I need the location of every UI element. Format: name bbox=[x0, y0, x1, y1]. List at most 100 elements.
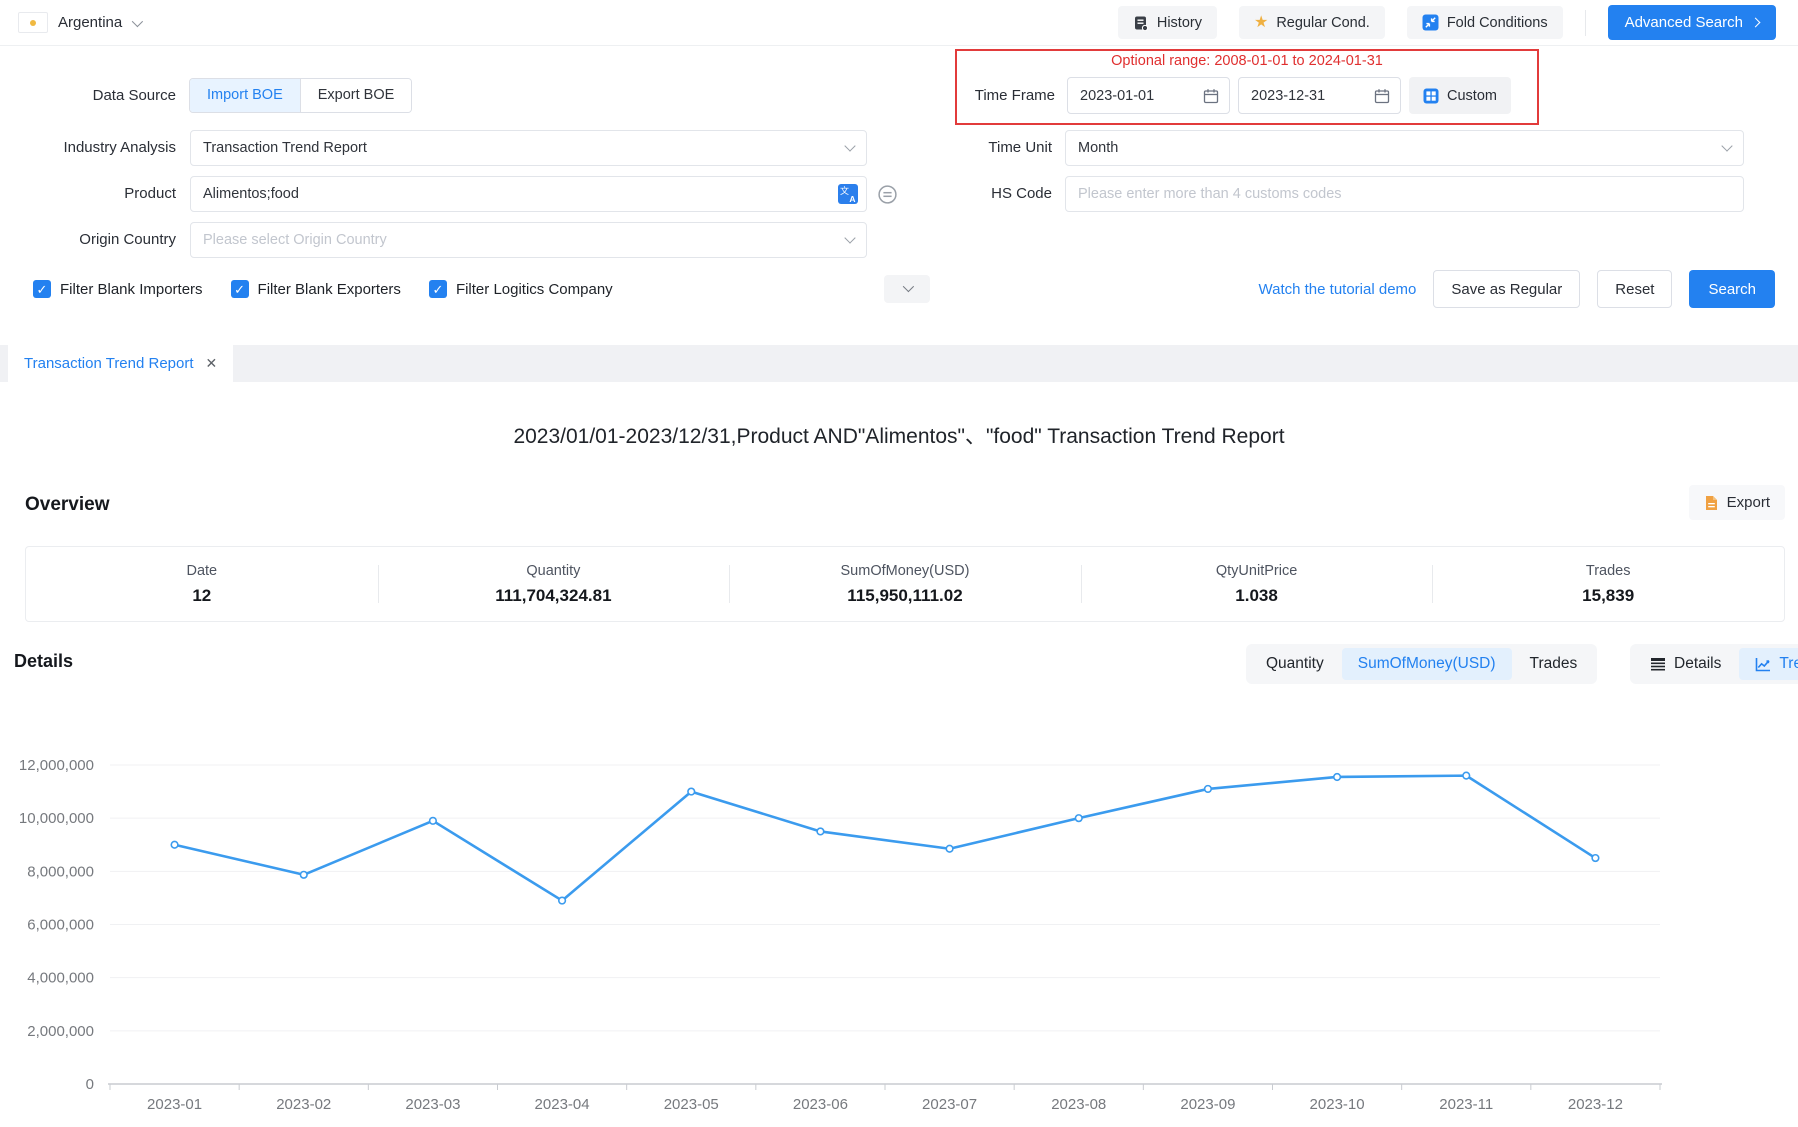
view-tab-trend[interactable]: Trend bbox=[1739, 648, 1798, 680]
stat-date: Date 12 bbox=[26, 547, 378, 621]
chevron-down-icon bbox=[132, 15, 143, 26]
origin-country-select[interactable]: Please select Origin Country bbox=[190, 222, 867, 258]
filter-blank-exporters-checkbox[interactable]: ✓ Filter Blank Exporters bbox=[231, 280, 401, 298]
svg-text:2023-10: 2023-10 bbox=[1310, 1096, 1365, 1113]
stat-value: 15,839 bbox=[1582, 586, 1634, 606]
chevron-down-icon bbox=[844, 140, 855, 151]
export-button[interactable]: Export bbox=[1689, 485, 1785, 520]
svg-text:2023-07: 2023-07 bbox=[922, 1096, 977, 1113]
checkbox-label: Filter Blank Exporters bbox=[258, 281, 401, 298]
svg-text:2023-05: 2023-05 bbox=[664, 1096, 719, 1113]
svg-text:2023-03: 2023-03 bbox=[405, 1096, 460, 1113]
search-button[interactable]: Search bbox=[1689, 270, 1775, 308]
import-boe-tab[interactable]: Import BOE bbox=[190, 79, 300, 112]
translate-icon[interactable]: 文A bbox=[838, 184, 858, 204]
hs-code-input[interactable] bbox=[1065, 176, 1744, 212]
stat-value: 115,950,111.02 bbox=[847, 586, 962, 606]
country-selector[interactable]: Argentina bbox=[18, 12, 140, 33]
checkbox-label: Filter Logitics Company bbox=[456, 281, 613, 298]
stat-trades: Trades 15,839 bbox=[1432, 547, 1784, 621]
metric-tab-quantity[interactable]: Quantity bbox=[1250, 648, 1340, 680]
synonym-circle-icon[interactable] bbox=[877, 184, 898, 205]
star-icon: ★ bbox=[1254, 15, 1268, 31]
tab-close-icon[interactable]: ✕ bbox=[206, 355, 218, 372]
industry-analysis-value: Transaction Trend Report bbox=[203, 140, 367, 156]
stat-label: Trades bbox=[1586, 563, 1631, 579]
metric-tab-trades[interactable]: Trades bbox=[1514, 648, 1594, 680]
time-frame-highlight-box: Optional range: 2008-01-01 to 2024-01-31… bbox=[955, 49, 1539, 125]
table-icon bbox=[1650, 657, 1666, 671]
save-as-regular-button[interactable]: Save as Regular bbox=[1433, 270, 1580, 308]
tab-label: Transaction Trend Report bbox=[24, 355, 194, 372]
result-tab-strip: Transaction Trend Report ✕ bbox=[0, 345, 1798, 382]
filter-blank-importers-checkbox[interactable]: ✓ Filter Blank Importers bbox=[33, 280, 203, 298]
svg-text:8,000,000: 8,000,000 bbox=[27, 863, 94, 880]
time-unit-select[interactable]: Month bbox=[1065, 130, 1744, 166]
advanced-search-button[interactable]: Advanced Search bbox=[1608, 5, 1776, 40]
metric-tab-sum-of-money[interactable]: SumOfMoney(USD) bbox=[1342, 648, 1512, 680]
chevron-right-icon bbox=[1751, 18, 1761, 28]
date-from-input[interactable]: 2023-01-01 bbox=[1067, 77, 1230, 114]
top-bar-actions: History ★ Regular Cond. Fold Conditions … bbox=[1118, 5, 1776, 40]
history-button[interactable]: History bbox=[1118, 6, 1217, 39]
report-title: 2023/01/01-2023/12/31,Product AND"Alimen… bbox=[0, 420, 1798, 450]
chevron-down-icon bbox=[1721, 140, 1732, 151]
fold-conditions-button[interactable]: Fold Conditions bbox=[1407, 6, 1563, 39]
expand-conditions-button[interactable] bbox=[884, 275, 930, 303]
export-boe-tab[interactable]: Export BOE bbox=[300, 79, 412, 112]
data-source-label: Data Source bbox=[6, 87, 176, 104]
details-heading: Details bbox=[14, 651, 73, 672]
checkbox-label: Filter Blank Importers bbox=[60, 281, 203, 298]
svg-text:2,000,000: 2,000,000 bbox=[27, 1023, 94, 1040]
tab-transaction-trend-report[interactable]: Transaction Trend Report ✕ bbox=[8, 345, 233, 382]
svg-text:2023-08: 2023-08 bbox=[1051, 1096, 1106, 1113]
filter-logitics-company-checkbox[interactable]: ✓ Filter Logitics Company bbox=[429, 280, 613, 298]
custom-label: Custom bbox=[1447, 88, 1497, 104]
tutorial-demo-link[interactable]: Watch the tutorial demo bbox=[1259, 281, 1417, 298]
origin-country-label: Origin Country bbox=[6, 231, 176, 248]
svg-text:2023-04: 2023-04 bbox=[535, 1096, 590, 1113]
time-unit-label: Time Unit bbox=[900, 139, 1052, 156]
view-tab-details[interactable]: Details bbox=[1634, 648, 1737, 680]
product-input[interactable] bbox=[190, 176, 867, 212]
overview-heading: Overview bbox=[25, 494, 110, 516]
svg-text:2023-09: 2023-09 bbox=[1180, 1096, 1235, 1113]
stat-value: 12 bbox=[192, 586, 211, 606]
checkbox-checked-icon: ✓ bbox=[33, 280, 51, 298]
stat-label: Quantity bbox=[526, 563, 580, 579]
data-source-segmented: Import BOE Export BOE bbox=[189, 78, 412, 113]
checkbox-checked-icon: ✓ bbox=[429, 280, 447, 298]
time-frame-label: Time Frame bbox=[957, 87, 1055, 104]
filter-checkbox-row: ✓ Filter Blank Importers ✓ Filter Blank … bbox=[33, 278, 613, 300]
date-to-value: 2023-12-31 bbox=[1251, 88, 1325, 104]
reset-button[interactable]: Reset bbox=[1597, 270, 1672, 308]
view-toggle-group: Details Trend bbox=[1630, 644, 1798, 684]
svg-text:6,000,000: 6,000,000 bbox=[27, 917, 94, 934]
date-to-input[interactable]: 2023-12-31 bbox=[1238, 77, 1401, 114]
calendar-icon bbox=[1374, 88, 1390, 104]
regular-cond-button[interactable]: ★ Regular Cond. bbox=[1239, 6, 1385, 39]
time-frame-row: Time Frame 2023-01-01 2023-12-31 bbox=[957, 77, 1537, 115]
svg-text:2023-06: 2023-06 bbox=[793, 1096, 848, 1113]
top-bar: Argentina History ★ Regular Cond. bbox=[0, 0, 1798, 46]
export-label: Export bbox=[1727, 494, 1770, 511]
industry-analysis-select[interactable]: Transaction Trend Report bbox=[190, 130, 867, 166]
svg-text:12,000,000: 12,000,000 bbox=[19, 757, 94, 774]
custom-range-button[interactable]: Custom bbox=[1409, 77, 1511, 114]
svg-text:2023-12: 2023-12 bbox=[1568, 1096, 1623, 1113]
form-actions: Watch the tutorial demo Save as Regular … bbox=[1259, 270, 1775, 308]
time-unit-value: Month bbox=[1078, 140, 1118, 156]
fold-icon bbox=[1422, 14, 1439, 31]
export-file-icon bbox=[1704, 495, 1719, 511]
regular-cond-label: Regular Cond. bbox=[1276, 15, 1370, 31]
trend-chart-icon bbox=[1755, 657, 1771, 672]
trend-line-chart: 02,000,0004,000,0006,000,0008,000,00010,… bbox=[0, 690, 1798, 1117]
svg-text:0: 0 bbox=[86, 1076, 94, 1093]
app-screen: Argentina History ★ Regular Cond. bbox=[0, 0, 1798, 1127]
custom-grid-icon bbox=[1423, 88, 1439, 104]
metric-toggle-group: Quantity SumOfMoney(USD) Trades bbox=[1246, 644, 1597, 684]
argentina-flag-icon bbox=[18, 12, 48, 33]
trend-chart-svg: 02,000,0004,000,0006,000,0008,000,00010,… bbox=[0, 690, 1798, 1117]
svg-text:2023-02: 2023-02 bbox=[276, 1096, 331, 1113]
country-name: Argentina bbox=[58, 14, 122, 31]
